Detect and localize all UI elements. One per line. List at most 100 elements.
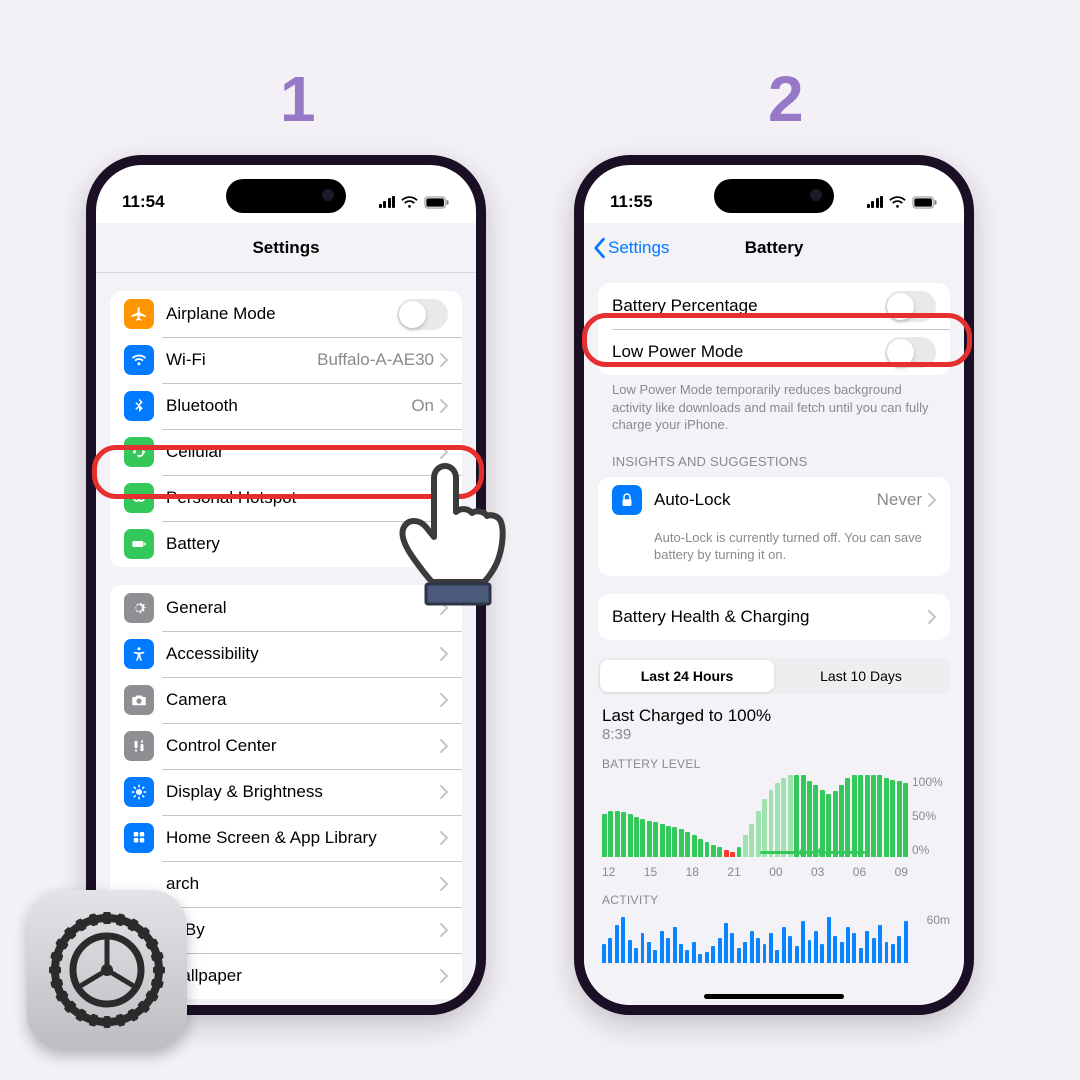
chevron-right-icon	[440, 969, 448, 983]
activity-chart: 60m	[598, 913, 950, 963]
accessibility-icon	[124, 639, 154, 669]
battery-icon	[124, 529, 154, 559]
row-label: Accessibility	[166, 644, 440, 664]
wifi-icon	[401, 196, 418, 209]
row-label: Airplane Mode	[166, 304, 397, 324]
row-camera[interactable]: Camera	[110, 677, 462, 723]
activity-y-label: 60m	[927, 913, 950, 927]
status-time: 11:55	[610, 192, 653, 212]
gear-icon	[124, 593, 154, 623]
battery-icon	[912, 196, 938, 209]
dynamic-island	[714, 179, 834, 213]
nav-bar: Settings Battery	[584, 223, 964, 273]
row-bluetooth[interactable]: Bluetooth On	[110, 383, 462, 429]
nav-bar: Settings	[96, 223, 476, 273]
battery-level-chart: 100% 50% 0% 1215182100030609	[598, 775, 950, 879]
chevron-right-icon	[440, 877, 448, 891]
row-auto-lock[interactable]: Auto-Lock Never	[598, 477, 950, 523]
row-value: Buffalo-A-AE30	[317, 350, 434, 370]
back-label: Settings	[608, 238, 669, 258]
row-label: Cellular	[166, 442, 440, 462]
charging-marker	[760, 846, 866, 859]
row-wifi[interactable]: Wi-Fi Buffalo-A-AE30	[110, 337, 462, 383]
screen-1: Settings Airplane Mode Wi-Fi Buffalo-A-A…	[96, 223, 476, 1005]
airplane-icon	[124, 299, 154, 329]
row-label: Bluetooth	[166, 396, 411, 416]
segment-10-days[interactable]: Last 10 Days	[774, 660, 948, 692]
chevron-right-icon	[440, 739, 448, 753]
page-title: Battery	[745, 238, 804, 258]
low-power-mode-toggle[interactable]	[885, 337, 936, 368]
battery-icon	[424, 196, 450, 209]
control-center-icon	[124, 731, 154, 761]
last-charged-block: Last Charged to 100% 8:39 BATTERY LEVEL …	[598, 706, 950, 911]
settings-app-icon	[27, 890, 187, 1050]
chevron-left-icon	[592, 237, 606, 259]
chevron-right-icon	[440, 831, 448, 845]
step-number-1: 1	[280, 62, 316, 136]
row-label: Battery Percentage	[612, 296, 885, 316]
row-low-power-mode[interactable]: Low Power Mode	[598, 329, 950, 375]
airplane-toggle[interactable]	[397, 299, 448, 330]
row-label: Battery Health & Charging	[612, 607, 928, 627]
bluetooth-icon	[124, 391, 154, 421]
row-label: Wi-Fi	[166, 350, 317, 370]
battery-percentage-toggle[interactable]	[885, 291, 936, 322]
home-indicator[interactable]	[704, 994, 844, 999]
row-label: Control Center	[166, 736, 440, 756]
cellular-icon	[124, 437, 154, 467]
battery-toggle-group: Battery Percentage Low Power Mode	[598, 283, 950, 375]
row-label: Display & Brightness	[166, 782, 440, 802]
row-label: Home Screen & App Library	[166, 828, 440, 848]
chevron-right-icon	[440, 353, 448, 367]
battery-level-header: BATTERY LEVEL	[598, 743, 950, 775]
row-battery-health[interactable]: Battery Health & Charging	[598, 594, 950, 640]
activity-header: ACTIVITY	[598, 879, 950, 911]
back-button[interactable]: Settings	[592, 237, 669, 259]
row-airplane-mode[interactable]: Airplane Mode	[110, 291, 462, 337]
auto-lock-note: Auto-Lock is currently turned off. You c…	[598, 523, 950, 576]
wifi-icon	[124, 345, 154, 375]
camera-icon	[124, 685, 154, 715]
dynamic-island	[226, 179, 346, 213]
chart-y-labels: 100% 50% 0%	[912, 775, 950, 857]
home-screen-icon	[124, 823, 154, 853]
lock-icon	[612, 485, 642, 515]
tap-cursor-icon	[390, 460, 520, 610]
chevron-right-icon	[440, 785, 448, 799]
chevron-right-icon	[440, 693, 448, 707]
chevron-right-icon	[440, 399, 448, 413]
row-label: Camera	[166, 690, 440, 710]
step-number-2: 2	[768, 62, 804, 136]
row-control-center[interactable]: Control Center	[110, 723, 462, 769]
insights-group: Auto-Lock Never Auto-Lock is currently t…	[598, 477, 950, 576]
segment-24-hours[interactable]: Last 24 Hours	[600, 660, 774, 692]
bolt-icon	[815, 846, 825, 858]
chevron-right-icon	[928, 610, 936, 624]
row-battery-percentage[interactable]: Battery Percentage	[598, 283, 950, 329]
row-label: ndBy	[166, 920, 440, 940]
screen-2: Settings Battery Battery Percentage Low …	[584, 223, 964, 1005]
chart-x-labels: 1215182100030609	[602, 865, 908, 879]
cursor-cuff	[426, 584, 490, 604]
usage-segmented-control[interactable]: Last 24 Hours Last 10 Days	[598, 658, 950, 694]
last-charged-title: Last Charged to 100%	[598, 706, 950, 726]
row-value: On	[411, 396, 434, 416]
row-value: Never	[877, 490, 922, 510]
wifi-icon	[889, 196, 906, 209]
row-display-brightness[interactable]: Display & Brightness	[110, 769, 462, 815]
phone-frame-2: 11:55 Settings Battery Battery Percentag…	[574, 155, 974, 1015]
row-label: arch	[166, 874, 440, 894]
insights-header: INSIGHTS AND SUGGESTIONS	[584, 434, 964, 475]
row-accessibility[interactable]: Accessibility	[110, 631, 462, 677]
chevron-right-icon	[440, 445, 448, 459]
row-label: Auto-Lock	[654, 490, 877, 510]
low-power-mode-note: Low Power Mode temporarily reduces backg…	[584, 375, 964, 434]
cellular-signal-icon	[379, 196, 396, 208]
last-charged-time: 8:39	[598, 726, 950, 743]
battery-health-group: Battery Health & Charging	[598, 594, 950, 640]
chevron-right-icon	[440, 647, 448, 661]
chevron-right-icon	[440, 923, 448, 937]
status-time: 11:54	[122, 192, 165, 212]
row-home-screen[interactable]: Home Screen & App Library	[110, 815, 462, 861]
